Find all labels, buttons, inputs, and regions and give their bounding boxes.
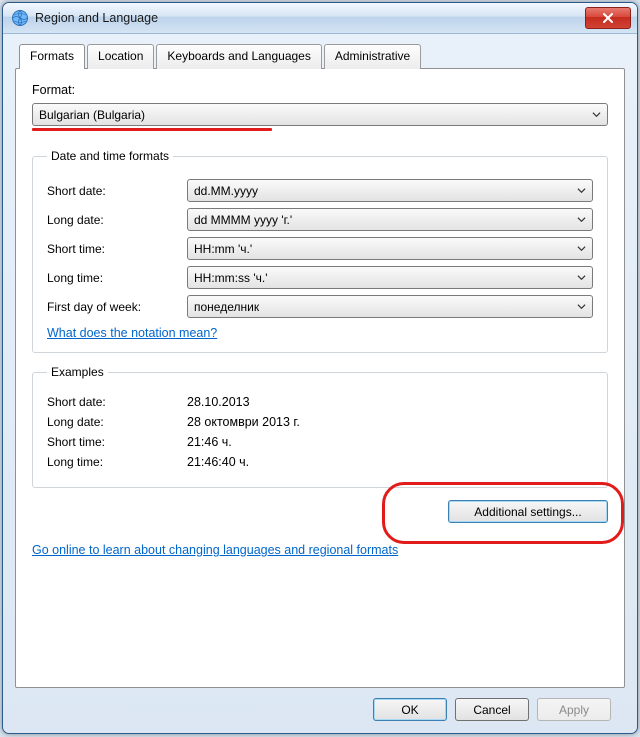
titlebar: Region and Language [3,3,637,34]
example-long-date-value: 28 октомври 2013 г. [187,415,593,429]
examples-legend: Examples [47,365,108,379]
short-time-dropdown[interactable]: HH:mm 'ч.' [187,237,593,260]
example-long-time-value: 21:46:40 ч. [187,455,593,469]
online-link[interactable]: Go online to learn about changing langua… [32,543,398,557]
additional-settings-button[interactable]: Additional settings... [448,500,608,523]
chevron-down-icon [577,302,586,311]
region-language-window: Region and Language Formats Location Key… [2,2,638,734]
example-short-time-value: 21:46 ч. [187,435,593,449]
ok-button[interactable]: OK [373,698,447,721]
examples-group: Examples Short date: 28.10.2013 Long dat… [32,365,608,488]
short-date-label: Short date: [47,184,187,198]
annotation-underline [32,128,272,131]
short-time-label: Short time: [47,242,187,256]
content-area: Formats Location Keyboards and Languages… [3,34,637,733]
long-time-label: Long time: [47,271,187,285]
long-date-value: dd MMMM yyyy 'г.' [194,213,577,227]
chevron-down-icon [577,273,586,282]
window-title: Region and Language [35,11,585,25]
tabstrip: Formats Location Keyboards and Languages… [15,44,625,69]
datetime-formats-group: Date and time formats Short date: dd.MM.… [32,149,608,353]
short-date-value: dd.MM.yyyy [194,184,577,198]
short-time-value: HH:mm 'ч.' [194,242,577,256]
close-icon [602,13,614,23]
first-day-dropdown[interactable]: понеделник [187,295,593,318]
example-long-date-label: Long date: [47,415,187,429]
long-date-dropdown[interactable]: dd MMMM yyyy 'г.' [187,208,593,231]
dialog-button-row: OK Cancel Apply [15,688,625,725]
apply-button: Apply [537,698,611,721]
cancel-button[interactable]: Cancel [455,698,529,721]
tab-formats[interactable]: Formats [19,44,85,69]
long-date-label: Long date: [47,213,187,227]
chevron-down-icon [577,244,586,253]
format-dropdown[interactable]: Bulgarian (Bulgaria) [32,103,608,126]
close-button[interactable] [585,7,631,29]
long-time-value: HH:mm:ss 'ч.' [194,271,577,285]
tab-keyboards-languages[interactable]: Keyboards and Languages [156,44,321,69]
tab-administrative[interactable]: Administrative [324,44,421,69]
tab-panel-formats: Format: Bulgarian (Bulgaria) Date and ti… [15,68,625,688]
format-value: Bulgarian (Bulgaria) [39,108,592,122]
chevron-down-icon [577,186,586,195]
chevron-down-icon [577,215,586,224]
notation-link[interactable]: What does the notation mean? [47,326,217,340]
long-time-dropdown[interactable]: HH:mm:ss 'ч.' [187,266,593,289]
format-label: Format: [32,83,608,97]
example-short-date-value: 28.10.2013 [187,395,593,409]
chevron-down-icon [592,110,601,119]
globe-icon [11,9,29,27]
tab-location[interactable]: Location [87,44,154,69]
first-day-value: понеделник [194,300,577,314]
example-short-time-label: Short time: [47,435,187,449]
datetime-formats-legend: Date and time formats [47,149,173,163]
short-date-dropdown[interactable]: dd.MM.yyyy [187,179,593,202]
first-day-label: First day of week: [47,300,187,314]
example-short-date-label: Short date: [47,395,187,409]
example-long-time-label: Long time: [47,455,187,469]
